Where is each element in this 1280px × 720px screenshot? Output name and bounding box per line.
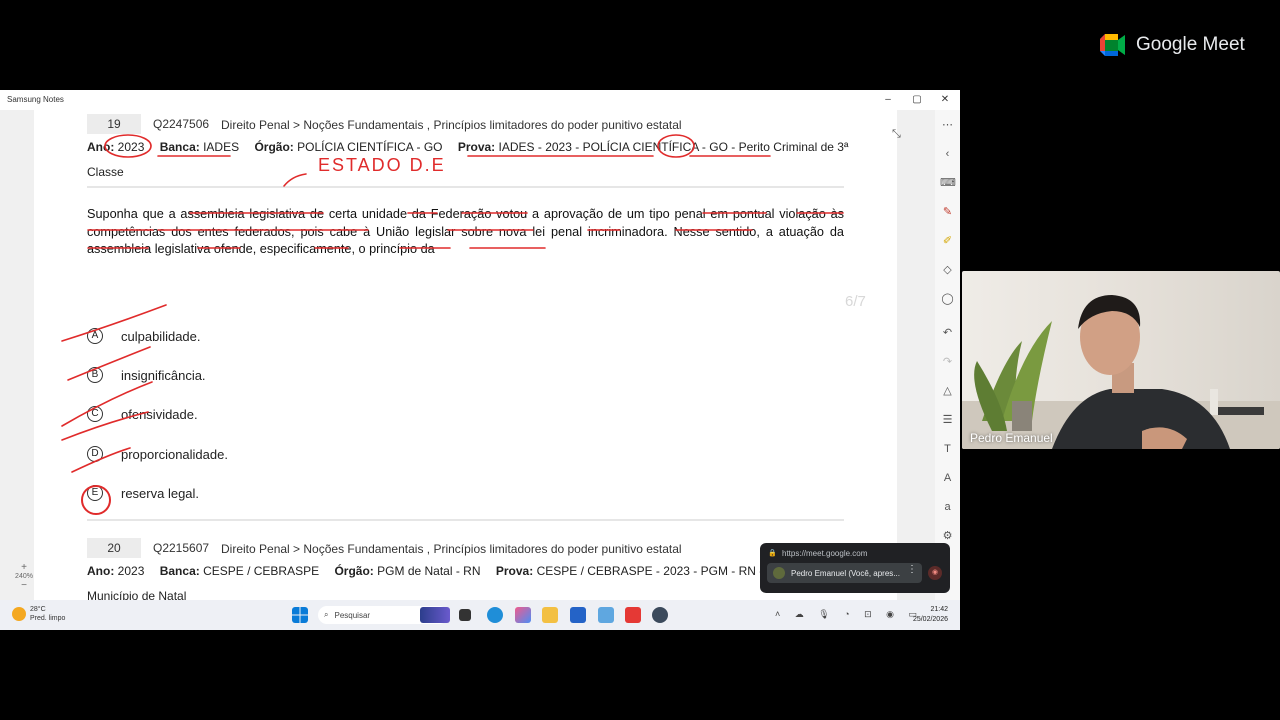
prova-continuation: Classe	[87, 165, 124, 179]
file-explorer-icon[interactable]	[542, 607, 558, 623]
sun-icon	[12, 607, 26, 621]
divider	[87, 186, 844, 188]
option-a[interactable]: A culpabilidade.	[87, 326, 201, 346]
maximize-button[interactable]: ▢	[910, 93, 924, 107]
keyboard-icon[interactable]: ⌨	[940, 176, 956, 191]
google-meet-brand: Google Meet	[1100, 34, 1245, 56]
banca-value: IADES	[203, 140, 240, 154]
question-subject-path: Direito Penal > Noções Fundamentais , Pr…	[221, 542, 682, 556]
avatar	[773, 567, 785, 579]
meet-presenting-popup: 🔒 https://meet.google.com Pedro Emanuel …	[760, 543, 950, 593]
option-letter: B	[87, 367, 103, 383]
close-button[interactable]: ✕	[938, 93, 952, 107]
collapse-panel-icon[interactable]: ‹	[940, 147, 955, 162]
weather-widget[interactable]: 28°C Pred. limpo	[12, 605, 65, 623]
samsung-notes-icon[interactable]	[625, 607, 641, 623]
question-number: 19	[87, 114, 141, 134]
ano-value: 2023	[117, 564, 145, 578]
text-align-icon[interactable]: ☰	[940, 413, 955, 428]
question-metadata: Ano: 2023 Banca: IADES Órgão: POLÍCIA CI…	[87, 140, 849, 154]
banca-value: CESPE / CEBRASPE	[203, 564, 320, 578]
text-icon[interactable]: T	[940, 442, 955, 457]
zoom-control[interactable]: + 240% −	[14, 562, 34, 591]
app-titlebar: Samsung Notes – ▢ ✕	[0, 90, 960, 110]
orgao-value: PGM de Natal - RN	[377, 564, 481, 578]
screen: Google Meet Samsung Notes – ▢ ✕ 19 Q2247…	[0, 0, 1280, 720]
option-letter: C	[87, 406, 103, 422]
edge-icon[interactable]	[487, 607, 503, 623]
option-b[interactable]: B insignificância.	[87, 365, 206, 385]
zoom-level: 240%	[15, 573, 33, 580]
copilot-icon[interactable]	[515, 607, 531, 623]
option-letter: E	[87, 485, 103, 501]
windows-taskbar: 28°C Pred. limpo ⌕ Pesquisar ˄ ☁ 🎙 ◔ ⊡ ◉…	[0, 600, 960, 630]
presenter-name: Pedro Emanuel (Você, apres...	[791, 568, 900, 578]
clock-date: 25/02/2026	[912, 616, 948, 623]
google-meet-logo-icon	[1100, 34, 1125, 56]
redo-icon[interactable]: ↷	[940, 355, 955, 370]
clock-time: 21:42	[930, 606, 948, 613]
eraser-icon[interactable]: ◇	[940, 263, 955, 278]
collapse-icon[interactable]: ⤡	[892, 128, 901, 141]
zoom-out-button[interactable]: −	[14, 580, 34, 591]
task-view-icon[interactable]	[459, 609, 471, 621]
orgao-value: POLÍCIA CIENTÍFICA - GO	[297, 140, 443, 154]
more-options-icon[interactable]: ⋯	[940, 118, 955, 133]
question-stem: Suponha que a assembleia legislativa de …	[87, 207, 844, 256]
handwriting-icon[interactable]: A	[940, 471, 955, 486]
shape-icon[interactable]: △	[940, 384, 955, 399]
app-icon[interactable]	[652, 607, 668, 623]
windows-start-icon[interactable]	[292, 607, 308, 623]
option-text: insignificância.	[121, 367, 206, 383]
page-counter: 6/7	[845, 293, 866, 310]
option-d[interactable]: D proporcionalidade.	[87, 444, 228, 464]
app-title: Samsung Notes	[7, 95, 64, 104]
lasso-icon[interactable]: ◯	[940, 292, 955, 307]
highlighter-icon[interactable]: ✐	[940, 234, 955, 249]
ano-value: 2023	[117, 140, 145, 154]
presenting-live-icon[interactable]: ◉	[928, 566, 942, 580]
note-toolbar: ⋯ ‹ ⌨ ✎ ✐ ◇ ◯ ↶ ↷ △ ☰ T A a ⚙	[935, 110, 960, 600]
weather-temp: 28°C	[30, 606, 46, 613]
participant-video-tile[interactable]: Pedro Emanuel	[962, 271, 1280, 449]
presenter-row[interactable]: Pedro Emanuel (Você, apres...	[767, 563, 922, 583]
question-number: 20	[87, 538, 141, 558]
option-e[interactable]: E reserva legal.	[87, 483, 199, 503]
option-letter: D	[87, 446, 103, 462]
note-canvas[interactable]: 19 Q2247506 Direito Penal > Noções Funda…	[0, 110, 935, 600]
zoom-in-button[interactable]: +	[14, 562, 34, 573]
option-letter: A	[87, 328, 103, 344]
format-icon[interactable]: ⚙	[940, 529, 955, 544]
lock-icon: 🔒	[768, 550, 777, 557]
question-code: Q2215607	[153, 541, 210, 555]
search-icon: ⌕	[324, 610, 329, 619]
search-placeholder: Pesquisar	[334, 610, 371, 620]
option-text: culpabilidade.	[121, 328, 201, 344]
prova-value: IADES - 2023 - POLÍCIA CIENTÍFICA - GO -…	[498, 140, 849, 154]
google-meet-title: Google Meet	[1136, 34, 1245, 55]
question-subject-path: Direito Penal > Noções Fundamentais , Pr…	[221, 118, 682, 132]
convert-text-icon[interactable]: a	[940, 500, 955, 515]
question-code: Q2247506	[153, 117, 210, 131]
participant-video	[962, 295, 1280, 449]
notepad-icon[interactable]	[598, 607, 614, 623]
pen-icon[interactable]: ✎	[940, 205, 955, 220]
divider	[87, 519, 844, 521]
participant-name: Pedro Emanuel	[970, 431, 1053, 445]
question-metadata: Ano: 2023 Banca: CESPE / CEBRASPE Órgão:…	[87, 564, 816, 578]
store-icon[interactable]	[570, 607, 586, 623]
clock[interactable]: 21:42 25/02/2026	[900, 605, 948, 625]
search-highlight-icon[interactable]	[420, 607, 450, 623]
weather-condition: Pred. limpo	[30, 615, 66, 622]
option-text: proporcionalidade.	[121, 446, 228, 462]
meet-url: https://meet.google.com	[782, 549, 868, 558]
more-options-icon[interactable]: ⋮	[907, 564, 917, 575]
option-text: reserva legal.	[121, 485, 200, 501]
minimize-button[interactable]: –	[881, 93, 895, 107]
option-text: ofensividade.	[121, 406, 198, 422]
option-c[interactable]: C ofensividade.	[87, 404, 198, 424]
undo-icon[interactable]: ↶	[940, 326, 955, 341]
prova-continuation: Município de Natal	[87, 589, 187, 600]
